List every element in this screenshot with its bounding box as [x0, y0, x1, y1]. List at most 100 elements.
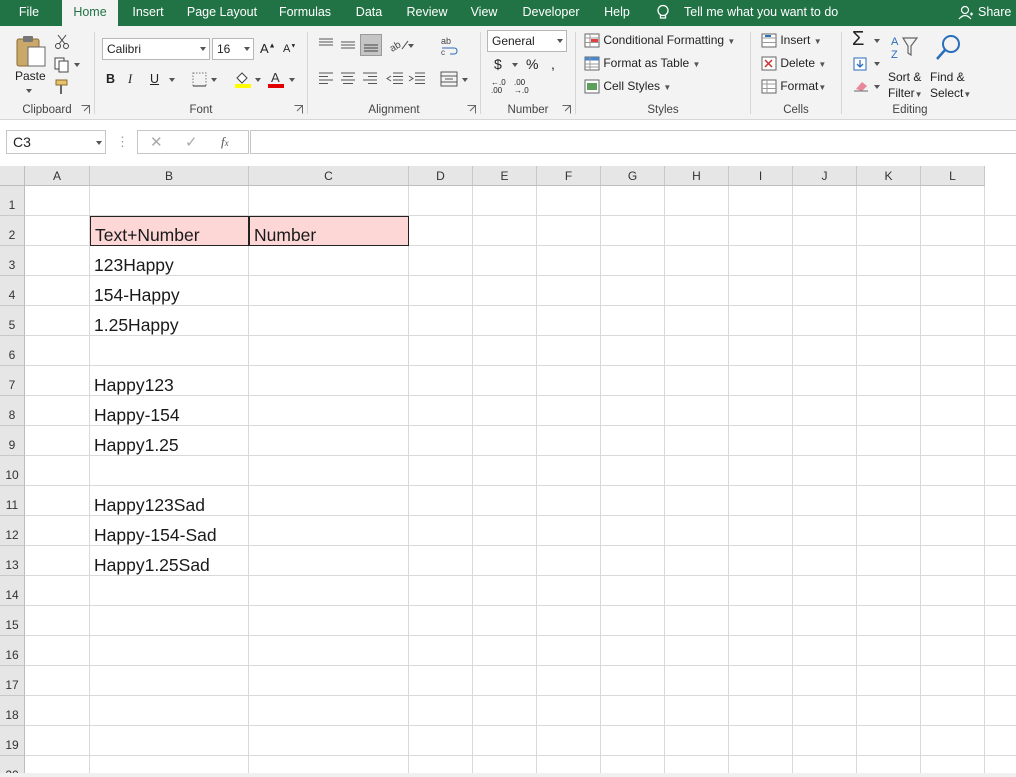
row-header-3[interactable]: 3 — [0, 246, 25, 276]
orientation-dropdown-icon[interactable] — [408, 44, 414, 48]
increase-font-size-icon[interactable]: A▲ — [260, 41, 276, 56]
wrap-text-icon[interactable]: ab c — [440, 36, 460, 56]
cell-b2[interactable]: Text+Number — [90, 216, 249, 246]
column-header-a[interactable]: A — [25, 166, 90, 186]
top-align-icon[interactable] — [318, 38, 334, 52]
tab-help[interactable]: Help — [598, 0, 636, 26]
cut-icon[interactable] — [54, 34, 70, 50]
column-header-d[interactable]: D — [409, 166, 473, 186]
clear-icon[interactable] — [853, 80, 869, 92]
number-format-box[interactable]: General — [487, 30, 567, 52]
font-color-icon[interactable]: A — [267, 70, 285, 88]
fill-color-dropdown-icon[interactable] — [255, 78, 261, 82]
align-left-icon[interactable] — [318, 72, 334, 86]
tab-page-layout[interactable]: Page Layout — [182, 0, 262, 26]
row-header-8[interactable]: 8 — [0, 396, 25, 426]
cell-b3[interactable]: 123Happy — [90, 246, 249, 276]
autosum-dropdown-icon[interactable] — [874, 39, 880, 43]
conditional-formatting-button[interactable]: Conditional Formatting ▼ — [584, 33, 735, 48]
decrease-indent-icon[interactable] — [386, 72, 404, 86]
row-header-13[interactable]: 13 — [0, 546, 25, 576]
row-header-1[interactable]: 1 — [0, 186, 25, 216]
row-header-17[interactable]: 17 — [0, 666, 25, 696]
paste-label[interactable]: Paste — [15, 69, 46, 83]
format-cells-button[interactable]: Format▼ — [761, 79, 826, 94]
row-header-4[interactable]: 4 — [0, 276, 25, 306]
merge-dropdown-icon[interactable] — [462, 78, 468, 82]
share-button[interactable]: Share — [958, 0, 1011, 26]
magnifier-icon[interactable] — [934, 33, 964, 63]
row-header-5[interactable]: 5 — [0, 306, 25, 336]
font-color-dropdown-icon[interactable] — [289, 78, 295, 82]
row-header-16[interactable]: 16 — [0, 636, 25, 666]
cell-c2[interactable]: Number — [249, 216, 409, 246]
comma-style-icon[interactable]: , — [551, 56, 555, 72]
name-box[interactable]: C3 — [6, 130, 106, 154]
cell-b5[interactable]: 1.25Happy — [90, 306, 249, 336]
copy-icon[interactable] — [54, 57, 70, 73]
worksheet-grid[interactable]: ABCDEFGHIJKL 1 2 3 4 5 6 7 8 9 10 11 12 13 14 15 16 17 18… — [0, 166, 1016, 777]
dialog-launcher-icon[interactable] — [294, 105, 303, 114]
tab-file[interactable]: File — [8, 0, 50, 26]
tab-developer[interactable]: Developer — [514, 0, 588, 26]
bold-icon[interactable]: B — [106, 72, 115, 86]
row-header-2[interactable]: 2 — [0, 216, 25, 246]
clear-dropdown-icon[interactable] — [874, 85, 880, 89]
dialog-launcher-icon[interactable] — [562, 105, 571, 114]
insert-cells-button[interactable]: Insert ▼ — [761, 33, 822, 48]
increase-decimal-icon[interactable]: ←.0.00 — [491, 79, 506, 95]
fill-dropdown-icon[interactable] — [874, 62, 880, 66]
delete-cells-button[interactable]: Delete ▼ — [761, 56, 826, 71]
align-center-icon[interactable] — [340, 72, 356, 86]
paste-dropdown-icon[interactable] — [26, 89, 32, 93]
row-header-15[interactable]: 15 — [0, 606, 25, 636]
column-header-f[interactable]: F — [537, 166, 601, 186]
percent-icon[interactable]: % — [526, 56, 538, 72]
horizontal-scrollbar[interactable] — [0, 773, 1016, 777]
tell-me-search[interactable]: Tell me what you want to do — [656, 0, 838, 26]
tab-formulas[interactable]: Formulas — [272, 0, 338, 26]
borders-dropdown-icon[interactable] — [211, 78, 217, 82]
column-header-c[interactable]: C — [249, 166, 409, 186]
find-select-button[interactable]: Find & Select▼ — [930, 69, 971, 103]
cell-styles-button[interactable]: Cell Styles ▼ — [584, 79, 671, 94]
row-header-11[interactable]: 11 — [0, 486, 25, 516]
column-header-b[interactable]: B — [90, 166, 249, 186]
middle-align-icon[interactable] — [340, 38, 356, 52]
column-header-h[interactable]: H — [665, 166, 729, 186]
orientation-icon[interactable]: ab — [388, 37, 410, 53]
column-header-l[interactable]: L — [921, 166, 985, 186]
row-header-6[interactable]: 6 — [0, 336, 25, 366]
cell-b13[interactable]: Happy1.25Sad — [90, 546, 249, 576]
borders-icon[interactable] — [192, 72, 208, 88]
italic-icon[interactable]: I — [128, 72, 132, 87]
underline-icon[interactable]: U — [150, 72, 159, 86]
align-right-icon[interactable] — [362, 72, 378, 86]
cell-b4[interactable]: 154-Happy — [90, 276, 249, 306]
cell-b7[interactable]: Happy123 — [90, 366, 249, 396]
cell-b12[interactable]: Happy-154-Sad — [90, 516, 249, 546]
format-painter-icon[interactable] — [54, 79, 70, 95]
formula-input[interactable] — [250, 130, 1016, 154]
column-header-k[interactable]: K — [857, 166, 921, 186]
font-name-box[interactable]: Calibri — [102, 38, 210, 60]
row-header-14[interactable]: 14 — [0, 576, 25, 606]
cell-b11[interactable]: Happy123Sad — [90, 486, 249, 516]
row-header-12[interactable]: 12 — [0, 516, 25, 546]
cell-b8[interactable]: Happy-154 — [90, 396, 249, 426]
cell-b9[interactable]: Happy1.25 — [90, 426, 249, 456]
dialog-launcher-icon[interactable] — [467, 105, 476, 114]
fill-icon[interactable] — [853, 57, 867, 71]
currency-icon[interactable]: $ — [494, 56, 502, 72]
tab-insert[interactable]: Insert — [124, 0, 172, 26]
fill-color-icon[interactable] — [234, 70, 252, 88]
underline-dropdown-icon[interactable] — [169, 78, 175, 82]
copy-dropdown-icon[interactable] — [74, 63, 80, 67]
tab-review[interactable]: Review — [400, 0, 454, 26]
increase-indent-icon[interactable] — [408, 72, 426, 86]
row-header-7[interactable]: 7 — [0, 366, 25, 396]
column-header-j[interactable]: J — [793, 166, 857, 186]
tab-data[interactable]: Data — [350, 0, 388, 26]
column-header-g[interactable]: G — [601, 166, 665, 186]
sort-filter-button[interactable]: Sort & Filter▼ — [888, 69, 923, 103]
